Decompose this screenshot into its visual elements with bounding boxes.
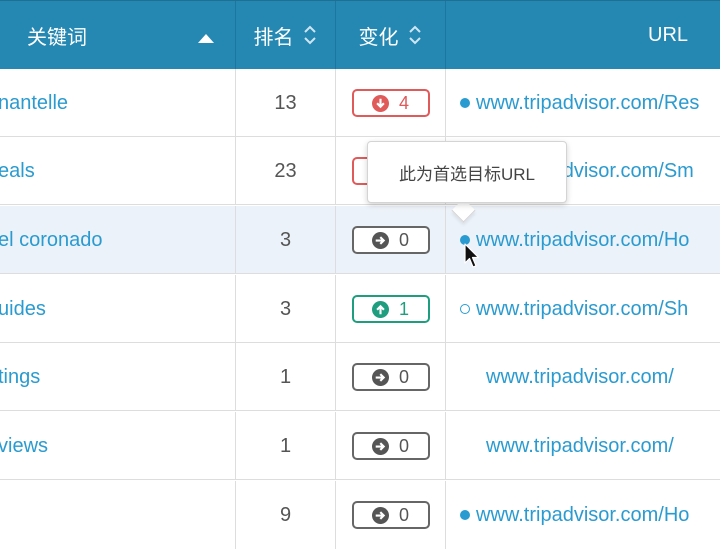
column-header-change-label: 变化 — [358, 26, 399, 49]
change-cell: 4 — [336, 69, 446, 137]
url-cell: www.tripadvisor.com/Sh — [446, 275, 720, 343]
change-value: 0 — [398, 366, 409, 387]
rank-value: 1 — [279, 365, 292, 388]
url-link[interactable]: www.tripadvisor.com/Sh — [476, 298, 688, 321]
column-header-url-label: URL — [648, 23, 689, 46]
column-header-keyword[interactable]: 关键词 — [0, 1, 236, 69]
rank-value: 9 — [279, 503, 292, 526]
table-row: uides 3 1 www.tripadvisor.com/Sh — [0, 275, 720, 343]
change-cell: 1 — [336, 275, 446, 343]
rank-cell: 1 — [236, 343, 336, 411]
column-header-change[interactable]: 变化 — [336, 1, 446, 69]
rank-value: 1 — [279, 434, 292, 457]
table-row: tings 1 0 www.tripadvisor.com/ — [0, 343, 720, 411]
keyword-ranking-table: 关键词 排名 变化 URL nantelle 13 4 www.tripadvi… — [0, 0, 720, 549]
keyword-link[interactable]: tings — [0, 366, 40, 389]
rank-cell: 23 — [236, 137, 336, 205]
change-value: 4 — [398, 92, 409, 113]
column-header-url[interactable]: URL — [446, 1, 720, 69]
preferred-url-marker-icon[interactable] — [460, 304, 470, 314]
table-row: views 1 0 www.tripadvisor.com/ — [0, 412, 720, 480]
sort-icon[interactable] — [302, 23, 318, 47]
tooltip-text: 此为首选目标URL — [398, 164, 535, 184]
arrow-right-circle-icon — [371, 368, 389, 386]
table-row: nantelle 13 4 www.tripadvisor.com/Res — [0, 69, 720, 137]
keyword-cell — [0, 481, 236, 549]
change-badge: 0 — [351, 363, 430, 391]
url-link[interactable]: www.tripadvisor.com/Res — [476, 92, 699, 115]
rank-cell: 1 — [236, 412, 336, 480]
url-cell: www.tripadvisor.com/ — [446, 343, 720, 411]
keyword-cell: uides — [0, 275, 236, 343]
rank-cell: 13 — [236, 69, 336, 137]
mouse-pointer-icon — [464, 243, 480, 268]
change-value: 1 — [398, 298, 409, 319]
url-cell: www.tripadvisor.com/ — [446, 412, 720, 480]
column-header-rank-label: 排名 — [253, 26, 294, 49]
change-cell: 0 — [336, 481, 446, 549]
url-link[interactable]: www.tripadvisor.com/Ho — [476, 229, 689, 252]
rank-value: 3 — [279, 228, 292, 251]
change-badge: 0 — [351, 226, 430, 254]
arrow-up-circle-icon — [371, 300, 389, 318]
url-cell: www.tripadvisor.com/Ho — [446, 481, 720, 549]
keyword-cell: views — [0, 412, 236, 480]
change-value: 0 — [398, 504, 409, 525]
keyword-link[interactable]: el coronado — [0, 229, 103, 252]
change-value: 0 — [398, 435, 409, 456]
rank-cell: 9 — [236, 481, 336, 549]
change-cell: 0 — [336, 412, 446, 480]
preferred-url-marker-icon[interactable] — [460, 510, 470, 520]
keyword-link[interactable]: nantelle — [0, 92, 68, 115]
preferred-url-marker-icon[interactable] — [460, 98, 470, 108]
column-header-rank[interactable]: 排名 — [236, 1, 336, 69]
change-badge: 0 — [351, 432, 430, 460]
table-row: el coronado 3 0 www.tripadvisor.com/Ho — [0, 206, 720, 274]
keyword-cell: eals — [0, 137, 236, 205]
rank-value: 3 — [279, 297, 292, 320]
keyword-link[interactable]: views — [0, 435, 48, 458]
table-header: 关键词 排名 变化 URL — [0, 0, 720, 69]
change-badge: 4 — [351, 89, 430, 117]
change-cell: 0 — [336, 206, 446, 274]
url-link[interactable]: www.tripadvisor.com/Ho — [476, 504, 689, 527]
url-link[interactable]: www.tripadvisor.com/ — [486, 435, 674, 458]
keyword-link[interactable]: uides — [0, 298, 46, 321]
arrow-right-circle-icon — [371, 231, 389, 249]
arrow-down-circle-icon — [371, 94, 389, 112]
url-link[interactable]: www.tripadvisor.com/ — [486, 366, 674, 389]
url-cell: www.tripadvisor.com/Ho — [446, 206, 720, 274]
tooltip: 此为首选目标URL — [367, 141, 567, 203]
column-header-keyword-label: 关键词 — [27, 26, 87, 49]
change-cell: 0 — [336, 343, 446, 411]
sort-ascending-icon[interactable] — [198, 34, 214, 43]
arrow-right-circle-icon — [371, 506, 389, 524]
keyword-cell: nantelle — [0, 69, 236, 137]
change-value: 0 — [398, 229, 409, 250]
keyword-link[interactable]: eals — [0, 160, 35, 183]
rank-cell: 3 — [236, 275, 336, 343]
sort-icon[interactable] — [407, 23, 423, 47]
table-row: 9 0 www.tripadvisor.com/Ho — [0, 481, 720, 549]
keyword-cell: el coronado — [0, 206, 236, 274]
table-row: eals 23 www.tripadvisor.com/Sm — [0, 137, 720, 205]
change-badge: 0 — [351, 501, 430, 529]
keyword-cell: tings — [0, 343, 236, 411]
arrow-right-circle-icon — [371, 437, 389, 455]
change-badge: 1 — [351, 295, 430, 323]
url-cell: www.tripadvisor.com/Res — [446, 69, 720, 137]
rank-cell: 3 — [236, 206, 336, 274]
rank-value: 13 — [274, 91, 297, 114]
rank-value: 23 — [274, 159, 297, 182]
